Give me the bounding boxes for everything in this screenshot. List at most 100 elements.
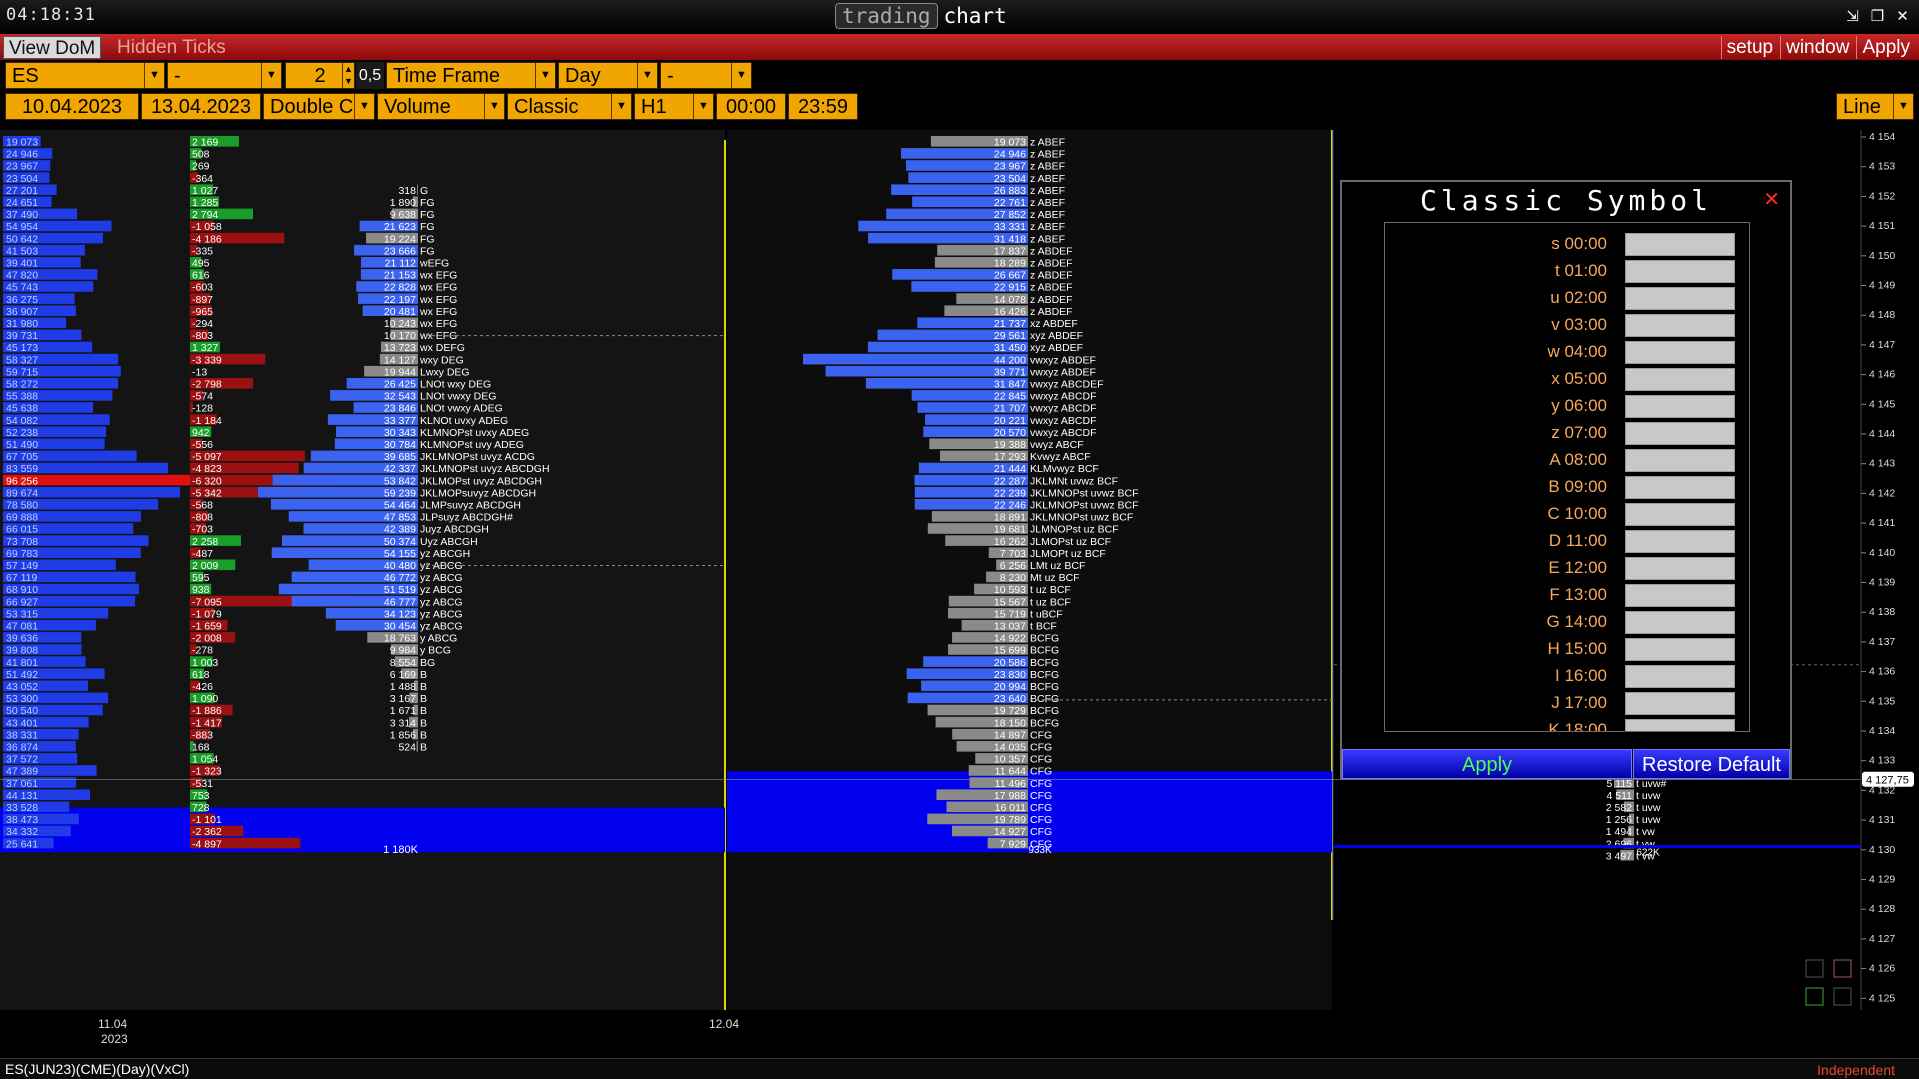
maximize-icon[interactable]: ❐ bbox=[1869, 8, 1886, 25]
app-title: trading chart bbox=[835, 3, 1007, 29]
tpo-letters: z ABDEF bbox=[1030, 282, 1073, 294]
delta-label: 942 bbox=[192, 427, 210, 439]
toolbar-row-1: ES ▼ - ▼ 2 ▲ ▼ 0,5 Time Frame ▼ Day ▼ - ▼ bbox=[0, 62, 1919, 92]
tpo-letters: z ABEF bbox=[1030, 209, 1065, 221]
interval-select[interactable]: H1 ▼ bbox=[634, 93, 714, 120]
apply-button[interactable]: Apply bbox=[1342, 749, 1632, 779]
tpo-volume-bar[interactable] bbox=[417, 184, 418, 195]
view-dom-button[interactable]: View DoM bbox=[3, 36, 102, 59]
tpo-letters: LNOt vwxy DEG bbox=[420, 391, 496, 403]
day-select[interactable]: Day ▼ bbox=[558, 62, 658, 89]
tpo-volume-label: 18 289 bbox=[994, 258, 1026, 270]
delta-label: 508 bbox=[192, 149, 210, 161]
tpo-letters: vwxyz ABDEF bbox=[1030, 366, 1096, 378]
chevron-down-icon[interactable]: ▼ bbox=[611, 94, 631, 119]
symbol-color-swatch[interactable] bbox=[1625, 530, 1735, 553]
symbol-color-swatch[interactable] bbox=[1625, 611, 1735, 634]
apply-menu[interactable]: Apply bbox=[1856, 36, 1915, 59]
delta-label: -574 bbox=[192, 391, 213, 403]
restore-default-button[interactable]: Restore Default bbox=[1633, 749, 1790, 779]
metric-select[interactable]: Volume ▼ bbox=[377, 93, 505, 120]
tpo-volume-label: 16 262 bbox=[994, 536, 1026, 548]
delta-label: -13 bbox=[192, 366, 207, 378]
symbol-list[interactable]: s 00:00 t 01:00 u 02:00 v 03:00 w 04:00 x 05:… bbox=[1384, 222, 1750, 732]
period-stepper[interactable]: 2 ▲ ▼ bbox=[285, 62, 355, 89]
scale-mode-status[interactable]: Independent bbox=[1817, 1062, 1895, 1078]
tpo-volume-label: 24 946 bbox=[994, 149, 1026, 161]
tpo-letters: xz ABDEF bbox=[1030, 318, 1078, 330]
symbol-color-swatch[interactable] bbox=[1625, 557, 1735, 580]
symbol-label: D 11:00 bbox=[1548, 531, 1607, 550]
symbol-color-swatch[interactable] bbox=[1625, 584, 1735, 607]
chevron-down-icon[interactable]: ▼ bbox=[144, 63, 164, 88]
symbol-color-swatch[interactable] bbox=[1625, 233, 1735, 256]
tpo-letters: B bbox=[420, 705, 427, 717]
symbol-color-swatch[interactable] bbox=[1625, 476, 1735, 499]
extra-select[interactable]: - ▼ bbox=[660, 62, 752, 89]
chevron-down-icon[interactable]: ▼ bbox=[637, 63, 657, 88]
delta-label: 1 285 bbox=[192, 197, 218, 209]
setup-menu[interactable]: setup bbox=[1720, 36, 1778, 59]
time-from-field[interactable]: 00:00 bbox=[716, 93, 786, 120]
tpo-letters: y ABCG bbox=[420, 633, 457, 645]
symbol-color-swatch[interactable] bbox=[1625, 395, 1735, 418]
tpo-volume-label: 19 224 bbox=[384, 233, 416, 245]
chevron-down-icon[interactable]: ▼ bbox=[535, 63, 555, 88]
symbol-select[interactable]: ES ▼ bbox=[5, 62, 165, 89]
tpo-letters: vwxyz ABCDEF bbox=[1030, 379, 1104, 391]
symbol-sub-select[interactable]: - ▼ bbox=[167, 62, 282, 89]
price-label: 4 137 bbox=[1869, 636, 1895, 648]
tpo-volume-label: 26 667 bbox=[994, 270, 1026, 282]
symbol-color-swatch[interactable] bbox=[1625, 692, 1735, 715]
date-from-field[interactable]: 10.04.2023 bbox=[5, 93, 139, 120]
delta-label: -4 897 bbox=[192, 838, 222, 850]
symbol-color-swatch[interactable] bbox=[1625, 287, 1735, 310]
delta-label: -1 417 bbox=[192, 717, 222, 729]
symbol-color-swatch[interactable] bbox=[1625, 719, 1735, 731]
tpo-volume-label: 31 418 bbox=[994, 233, 1026, 245]
tpo-volume-label: 23 666 bbox=[384, 245, 416, 257]
price-label: 4 125 bbox=[1869, 992, 1895, 1004]
profile-type-select[interactable]: Double C ▼ bbox=[263, 93, 375, 120]
style-select[interactable]: Classic ▼ bbox=[507, 93, 632, 120]
symbol-color-swatch[interactable] bbox=[1625, 422, 1735, 445]
chevron-down-icon[interactable]: ▼ bbox=[1893, 94, 1913, 119]
tpo-volume-label: 17 988 bbox=[994, 790, 1026, 802]
chevron-down-icon[interactable]: ▼ bbox=[354, 94, 374, 119]
time-to-field[interactable]: 23:59 bbox=[788, 93, 858, 120]
stepper-arrows-icon[interactable]: ▲ ▼ bbox=[342, 63, 354, 88]
delta-label: -4 186 bbox=[192, 233, 222, 245]
symbol-color-swatch[interactable] bbox=[1625, 449, 1735, 472]
delta-label: 1 327 bbox=[192, 342, 218, 354]
symbol-color-swatch[interactable] bbox=[1625, 260, 1735, 283]
mode-select[interactable]: Line ▼ bbox=[1836, 93, 1914, 120]
price-label: 4 142 bbox=[1869, 487, 1895, 499]
minimize-icon[interactable]: ⇲ bbox=[1844, 8, 1861, 25]
symbol-color-swatch[interactable] bbox=[1625, 341, 1735, 364]
symbol-color-swatch[interactable] bbox=[1625, 638, 1735, 661]
date-to-field[interactable]: 13.04.2023 bbox=[141, 93, 261, 120]
window-menu[interactable]: window bbox=[1780, 36, 1854, 59]
close-icon[interactable]: ✕ bbox=[1894, 8, 1911, 25]
symbol-color-swatch[interactable] bbox=[1625, 368, 1735, 391]
timeframe-select[interactable]: Time Frame ▼ bbox=[386, 62, 556, 89]
tpo-volume-label: 42 337 bbox=[384, 463, 416, 475]
close-icon[interactable]: ✕ bbox=[1763, 187, 1780, 212]
tpo-volume-label: 59 239 bbox=[384, 487, 416, 499]
volume-label: 58 327 bbox=[6, 354, 38, 366]
tpo-volume-label: 27 852 bbox=[994, 209, 1026, 221]
tpo-volume-bar[interactable] bbox=[416, 741, 418, 752]
volume-label: 45 173 bbox=[6, 342, 38, 354]
chevron-down-icon[interactable]: ▼ bbox=[484, 94, 504, 119]
chevron-down-icon[interactable]: ▼ bbox=[731, 63, 751, 88]
tpo-letters: yz ABCG bbox=[420, 584, 463, 596]
chevron-down-icon[interactable]: ▼ bbox=[261, 63, 281, 88]
symbol-color-swatch[interactable] bbox=[1625, 503, 1735, 526]
hidden-ticks-button[interactable]: Hidden Ticks bbox=[112, 36, 231, 59]
symbol-color-swatch[interactable] bbox=[1625, 665, 1735, 688]
tpo-letters: FG bbox=[420, 233, 435, 245]
current-price-label: 4 127,75 bbox=[1866, 775, 1909, 787]
chevron-down-icon[interactable]: ▼ bbox=[693, 94, 713, 119]
tpo-volume-label: 31 847 bbox=[994, 379, 1026, 391]
symbol-color-swatch[interactable] bbox=[1625, 314, 1735, 337]
